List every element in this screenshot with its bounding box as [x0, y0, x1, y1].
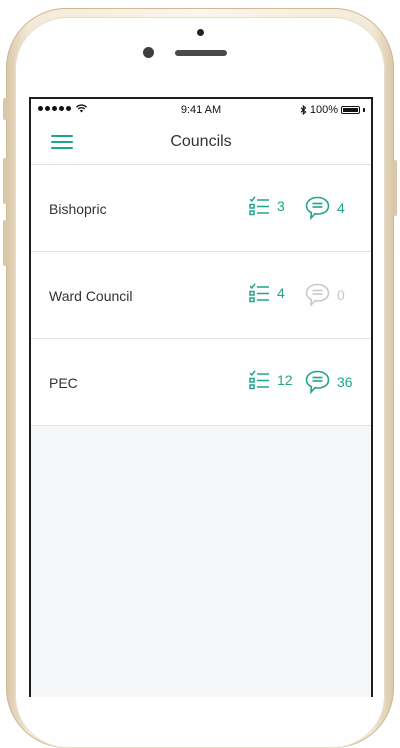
council-name: PEC	[49, 375, 78, 391]
comments-count-value: 0	[337, 287, 345, 303]
screen: 9:41 AM 100% Councils Bishopric 3 4 Ward…	[29, 97, 373, 697]
comments-count[interactable]: 36	[305, 370, 353, 394]
tasks-count-value: 3	[277, 198, 285, 214]
comments-count[interactable]: 4	[305, 196, 345, 220]
speech-bubble-icon	[305, 196, 330, 220]
volume-down-button	[3, 220, 7, 266]
council-name: Bishopric	[49, 201, 107, 217]
volume-up-button	[3, 158, 7, 204]
comments-count[interactable]: 0	[305, 283, 345, 307]
battery-status: 100%	[300, 104, 365, 116]
checklist-icon	[249, 370, 270, 390]
front-camera	[143, 47, 154, 58]
council-row-pec[interactable]: PEC 12 36	[31, 339, 371, 426]
battery-percent: 100%	[309, 104, 338, 116]
council-list: Bishopric 3 4 Ward Council 4 0 PEC 12 36	[31, 165, 371, 426]
speech-bubble-icon	[305, 283, 330, 307]
comments-count-value: 4	[337, 200, 345, 216]
tasks-count[interactable]: 12	[249, 370, 293, 390]
comments-count-value: 36	[337, 374, 353, 390]
battery-nub	[363, 108, 365, 112]
earpiece-speaker	[175, 50, 227, 56]
proximity-sensor	[197, 29, 204, 36]
tasks-count-value: 4	[277, 285, 285, 301]
battery-icon	[341, 106, 360, 114]
power-button	[393, 160, 397, 216]
side-button	[3, 98, 7, 120]
speech-bubble-icon	[305, 370, 330, 394]
tasks-count-value: 12	[277, 372, 293, 388]
nav-bar: Councils	[31, 121, 371, 165]
council-row-bishopric[interactable]: Bishopric 3 4	[31, 165, 371, 252]
page-title: Councils	[170, 133, 232, 150]
bluetooth-icon	[300, 105, 307, 115]
council-row-ward-council[interactable]: Ward Council 4 0	[31, 252, 371, 339]
status-bar: 9:41 AM 100%	[31, 99, 371, 121]
checklist-icon	[249, 196, 270, 216]
tasks-count[interactable]: 3	[249, 196, 285, 216]
checklist-icon	[249, 283, 270, 303]
tasks-count[interactable]: 4	[249, 283, 285, 303]
council-name: Ward Council	[49, 288, 133, 304]
